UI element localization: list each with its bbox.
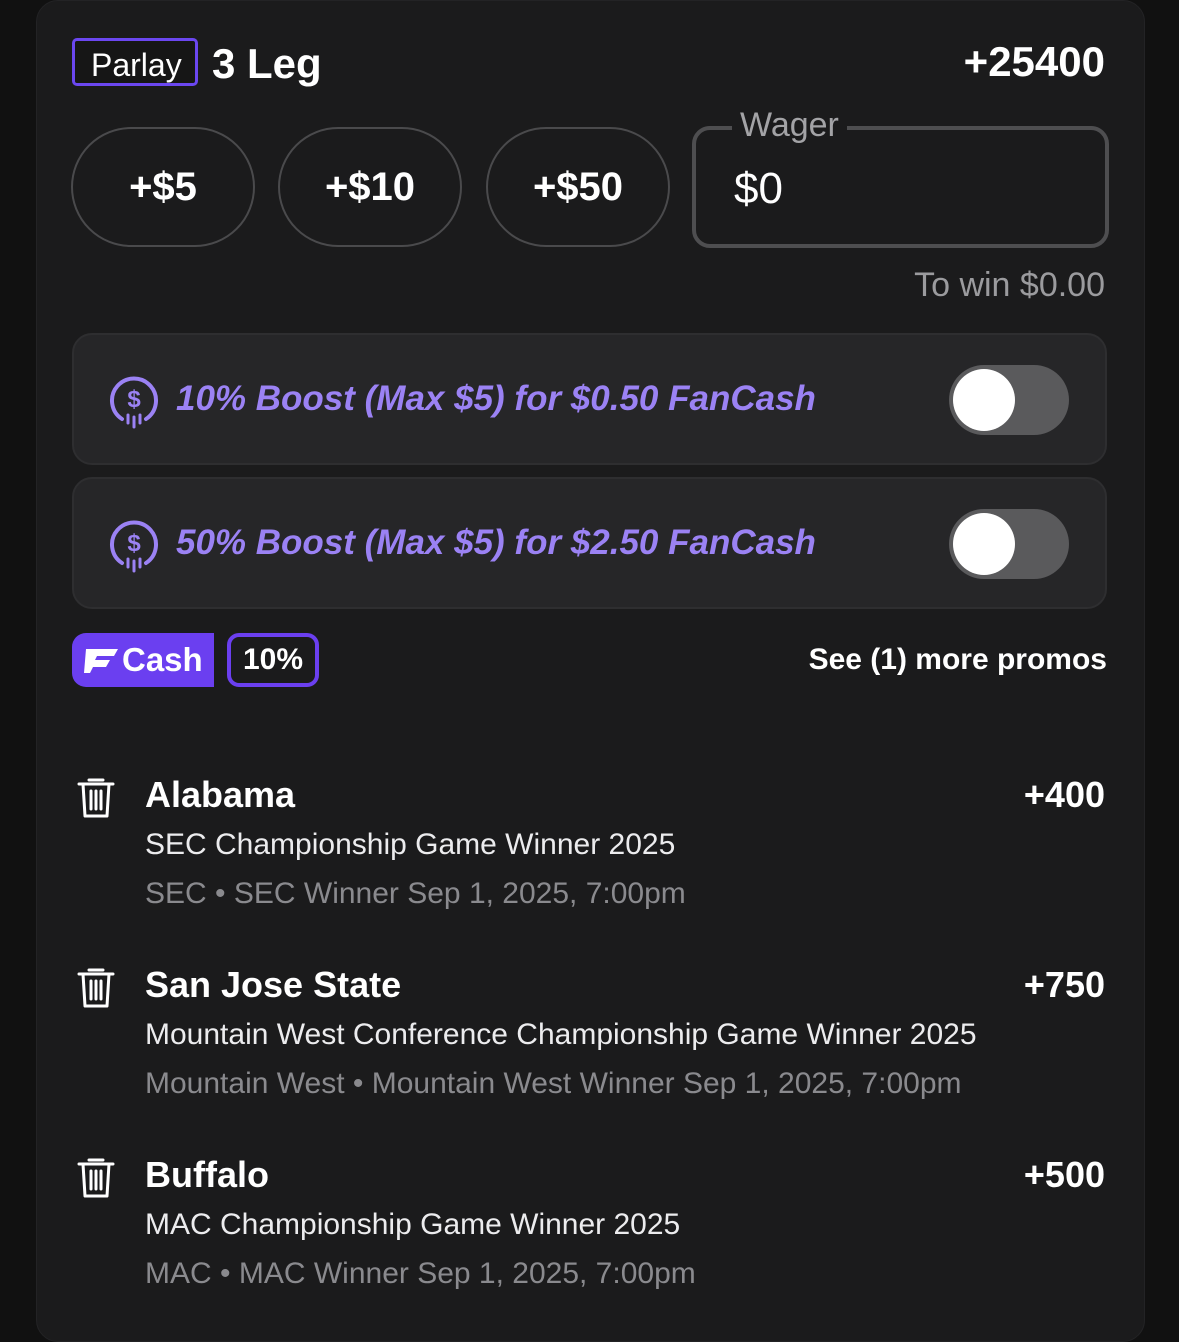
leg-market: Mountain West Conference Championship Ga… bbox=[145, 1018, 977, 1051]
add-10-button[interactable]: +$10 bbox=[278, 127, 462, 247]
leg-team: San Jose State bbox=[145, 964, 402, 1005]
fancash-row: Cash 10% See (1) more promos bbox=[72, 633, 1107, 689]
boost-toggle[interactable] bbox=[949, 365, 1069, 435]
fancash-coin-icon: $ bbox=[110, 376, 158, 429]
leg-meta: SEC • SEC Winner Sep 1, 2025, 7:00pm bbox=[145, 877, 686, 910]
boost-option-50[interactable]: $ 50% Boost (Max $5) for $2.50 FanCash bbox=[72, 477, 1107, 609]
parlay-leg: Buffalo +500 MAC Championship Game Winne… bbox=[72, 1154, 1105, 1304]
leg-odds: +750 bbox=[1023, 964, 1105, 1005]
trash-icon[interactable] bbox=[76, 1154, 116, 1200]
add-50-button[interactable]: +$50 bbox=[486, 127, 670, 247]
fancash-coin-icon: $ bbox=[110, 520, 158, 573]
toggle-knob bbox=[953, 369, 1015, 431]
boost-label: 50% Boost (Max $5) for $2.50 FanCash bbox=[176, 523, 816, 562]
add-5-button[interactable]: +$5 bbox=[71, 127, 255, 247]
boost-option-10[interactable]: $ 10% Boost (Max $5) for $0.50 FanCash bbox=[72, 333, 1107, 465]
leg-meta: Mountain West • Mountain West Winner Sep… bbox=[145, 1067, 962, 1100]
toggle-knob bbox=[953, 513, 1015, 575]
svg-text:$: $ bbox=[127, 386, 141, 413]
leg-odds: +400 bbox=[1023, 774, 1105, 815]
parlay-leg: Alabama +400 SEC Championship Game Winne… bbox=[72, 774, 1105, 924]
fancash-logo-text: Cash bbox=[122, 641, 203, 678]
svg-text:$: $ bbox=[127, 530, 141, 557]
trash-icon[interactable] bbox=[76, 964, 116, 1010]
leg-market: SEC Championship Game Winner 2025 bbox=[145, 828, 676, 861]
boost-label: 10% Boost (Max $5) for $0.50 FanCash bbox=[176, 379, 816, 418]
to-win-text: To win $0.00 bbox=[914, 266, 1105, 304]
trash-icon[interactable] bbox=[76, 774, 116, 820]
fancash-percent-badge: 10% bbox=[227, 633, 319, 687]
parlay-odds: +25400 bbox=[963, 38, 1105, 85]
leg-odds: +500 bbox=[1023, 1154, 1105, 1195]
parlay-badge: Parlay bbox=[72, 38, 198, 86]
leg-team: Alabama bbox=[145, 774, 296, 815]
parlay-leg: San Jose State +750 Mountain West Confer… bbox=[72, 964, 1105, 1114]
leg-market: MAC Championship Game Winner 2025 bbox=[145, 1208, 681, 1241]
leg-team: Buffalo bbox=[145, 1154, 269, 1195]
fancash-logo: Cash bbox=[72, 633, 214, 687]
boost-toggle[interactable] bbox=[949, 509, 1069, 579]
wager-value[interactable]: $0 bbox=[734, 164, 783, 214]
fanatics-flag-icon bbox=[84, 649, 118, 673]
wager-input[interactable]: Wager $0 bbox=[692, 106, 1109, 248]
wager-label: Wager bbox=[732, 106, 847, 145]
betslip-header: Parlay 3 Leg +25400 bbox=[72, 38, 1105, 94]
more-promos-link[interactable]: See (1) more promos bbox=[809, 643, 1107, 677]
leg-meta: MAC • MAC Winner Sep 1, 2025, 7:00pm bbox=[145, 1257, 696, 1290]
leg-count-title: 3 Leg bbox=[212, 40, 322, 87]
